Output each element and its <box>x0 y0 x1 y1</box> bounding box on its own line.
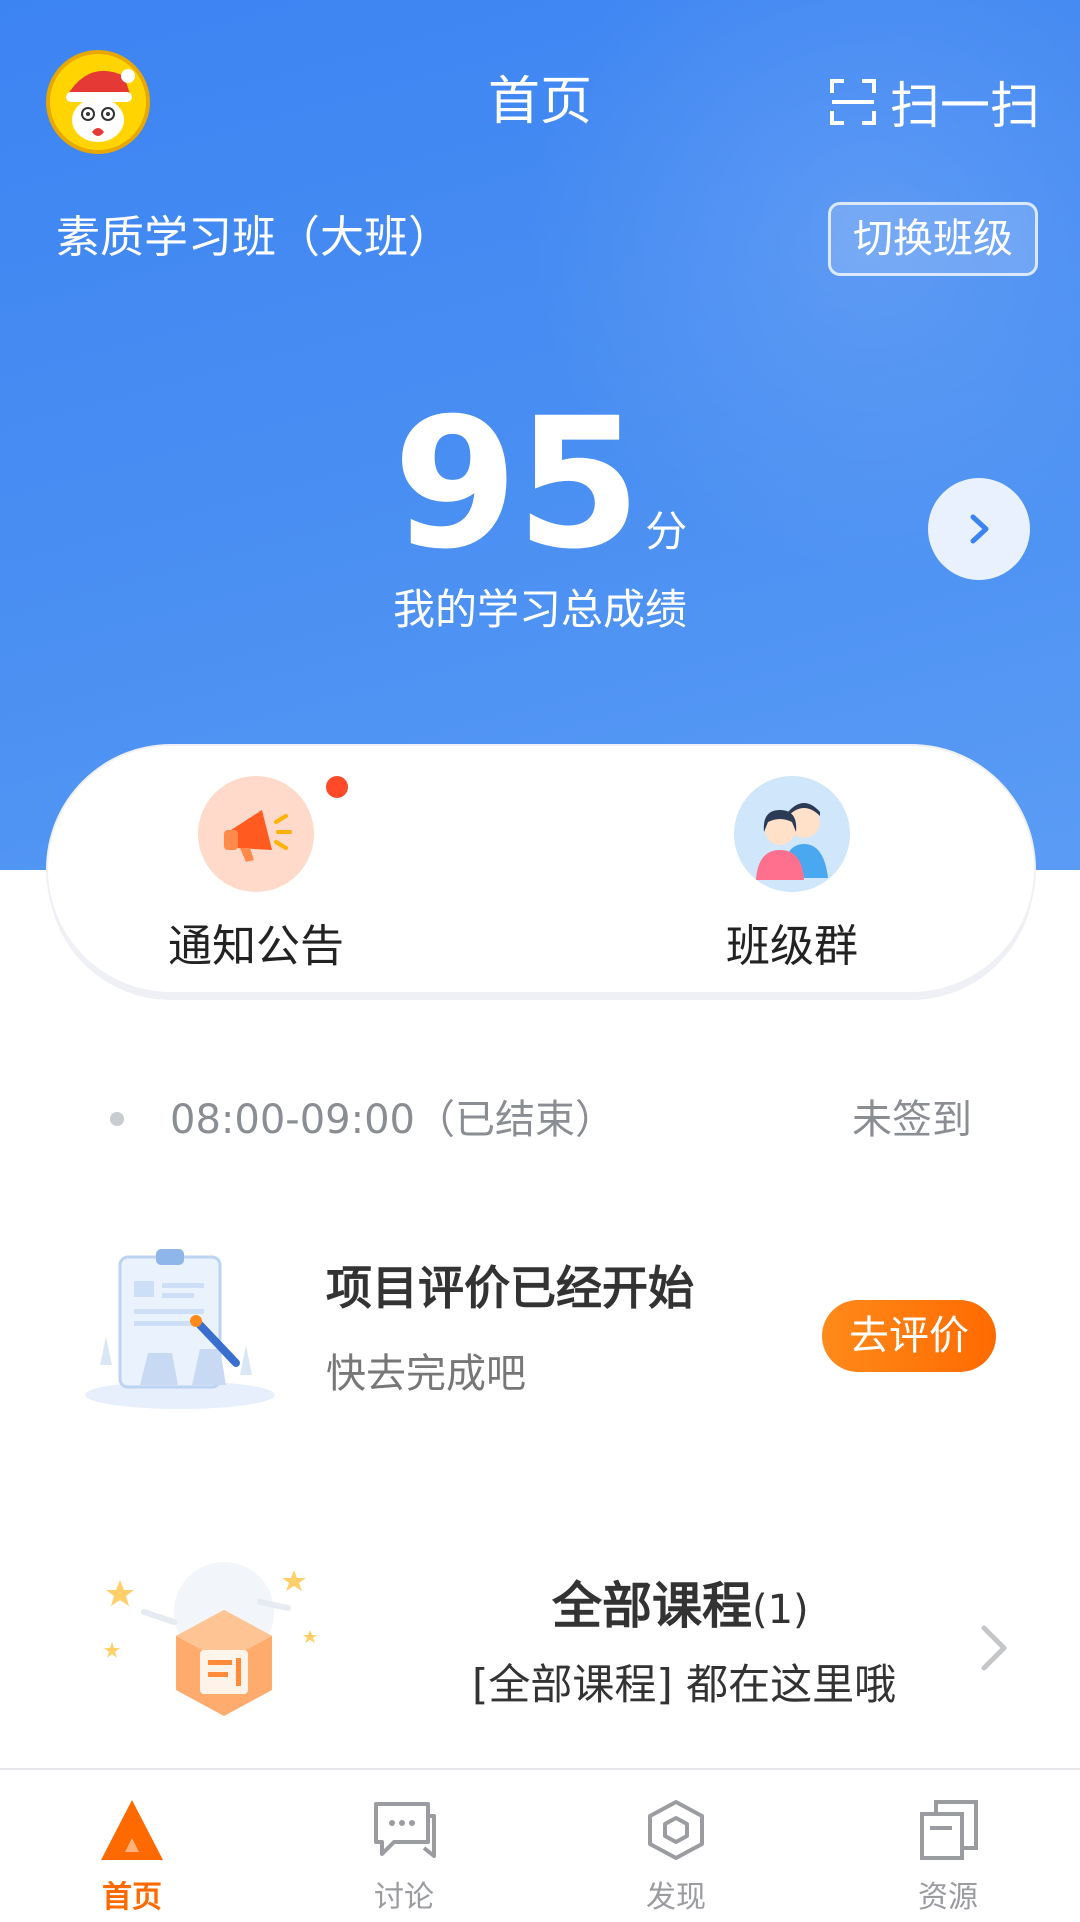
scan-label: 扫一扫 <box>890 77 1040 135</box>
score-label: 我的学习总成绩 <box>392 585 687 634</box>
quick-actions-card: 通知公告 班级群 <box>48 746 1034 992</box>
tab-resources[interactable]: 资源 <box>848 1794 1048 1916</box>
resources-icon <box>920 1800 978 1860</box>
score-unit: 分 <box>645 507 688 556</box>
attendance-dot <box>110 1112 124 1126</box>
evaluation-illustration-icon <box>85 1249 275 1409</box>
class-group-label: 班级群 <box>726 921 858 972</box>
attendance-status: 未签到 <box>852 1097 972 1143</box>
switch-class-button[interactable]: 切换班级 <box>828 202 1038 276</box>
tab-discover-label: 发现 <box>646 1880 706 1915</box>
scan-icon <box>830 79 876 125</box>
home-triangle-icon <box>101 1800 163 1860</box>
notice-label: 通知公告 <box>168 921 344 972</box>
tab-discover[interactable]: 发现 <box>576 1794 776 1916</box>
attendance-row[interactable]: 08:00-09:00（已结束） 未签到 <box>0 1090 1080 1150</box>
class-group-button[interactable]: 班级群 <box>662 776 922 974</box>
tab-resources-label: 资源 <box>918 1880 978 1915</box>
evaluation-title: 项目评价已经开始 <box>326 1261 694 1315</box>
notice-button[interactable]: 通知公告 <box>126 776 386 974</box>
class-name: 素质学习班（大班） <box>56 212 452 263</box>
score-value: 95 <box>392 380 641 589</box>
class-group-icon-wrap <box>734 776 850 892</box>
evaluation-subtitle: 快去完成吧 <box>326 1351 526 1397</box>
chevron-right-icon <box>970 514 989 544</box>
group-chat-icon <box>756 803 828 880</box>
score-detail-button[interactable] <box>928 478 1030 580</box>
attendance-time: 08:00-09:00（已结束） <box>170 1097 615 1143</box>
megaphone-icon <box>224 810 292 862</box>
bottom-tab-bar: 首页 讨论 发现 资源 <box>0 1768 1080 1922</box>
notice-icon-wrap <box>198 776 348 892</box>
scan-button[interactable]: 扫一扫 <box>828 70 1040 135</box>
header-banner: 首页 扫一扫 素质学习班（大班） 切换班级 95 分 我的学习总成绩 <box>0 0 1080 870</box>
all-courses-count: (1) <box>752 1587 809 1633</box>
tab-discussion-label: 讨论 <box>374 1880 434 1915</box>
discussion-icon <box>374 1802 436 1858</box>
tab-home-label: 首页 <box>102 1880 162 1915</box>
discover-icon <box>648 1800 704 1860</box>
score-display: 95 分 <box>0 395 1080 575</box>
all-courses-label: 全部课程 <box>552 1577 752 1635</box>
tab-home[interactable]: 首页 <box>32 1794 232 1916</box>
notice-badge <box>326 776 348 798</box>
tab-discussion[interactable]: 讨论 <box>304 1794 504 1916</box>
courses-illustration-icon <box>104 1562 317 1716</box>
go-evaluate-button[interactable]: 去评价 <box>822 1300 996 1372</box>
all-courses-title[interactable]: 全部课程(1) <box>552 1574 809 1642</box>
all-courses-subtitle: [全部课程] 都在这里哦 <box>472 1660 897 1709</box>
chevron-right-icon[interactable] <box>976 1620 1012 1676</box>
